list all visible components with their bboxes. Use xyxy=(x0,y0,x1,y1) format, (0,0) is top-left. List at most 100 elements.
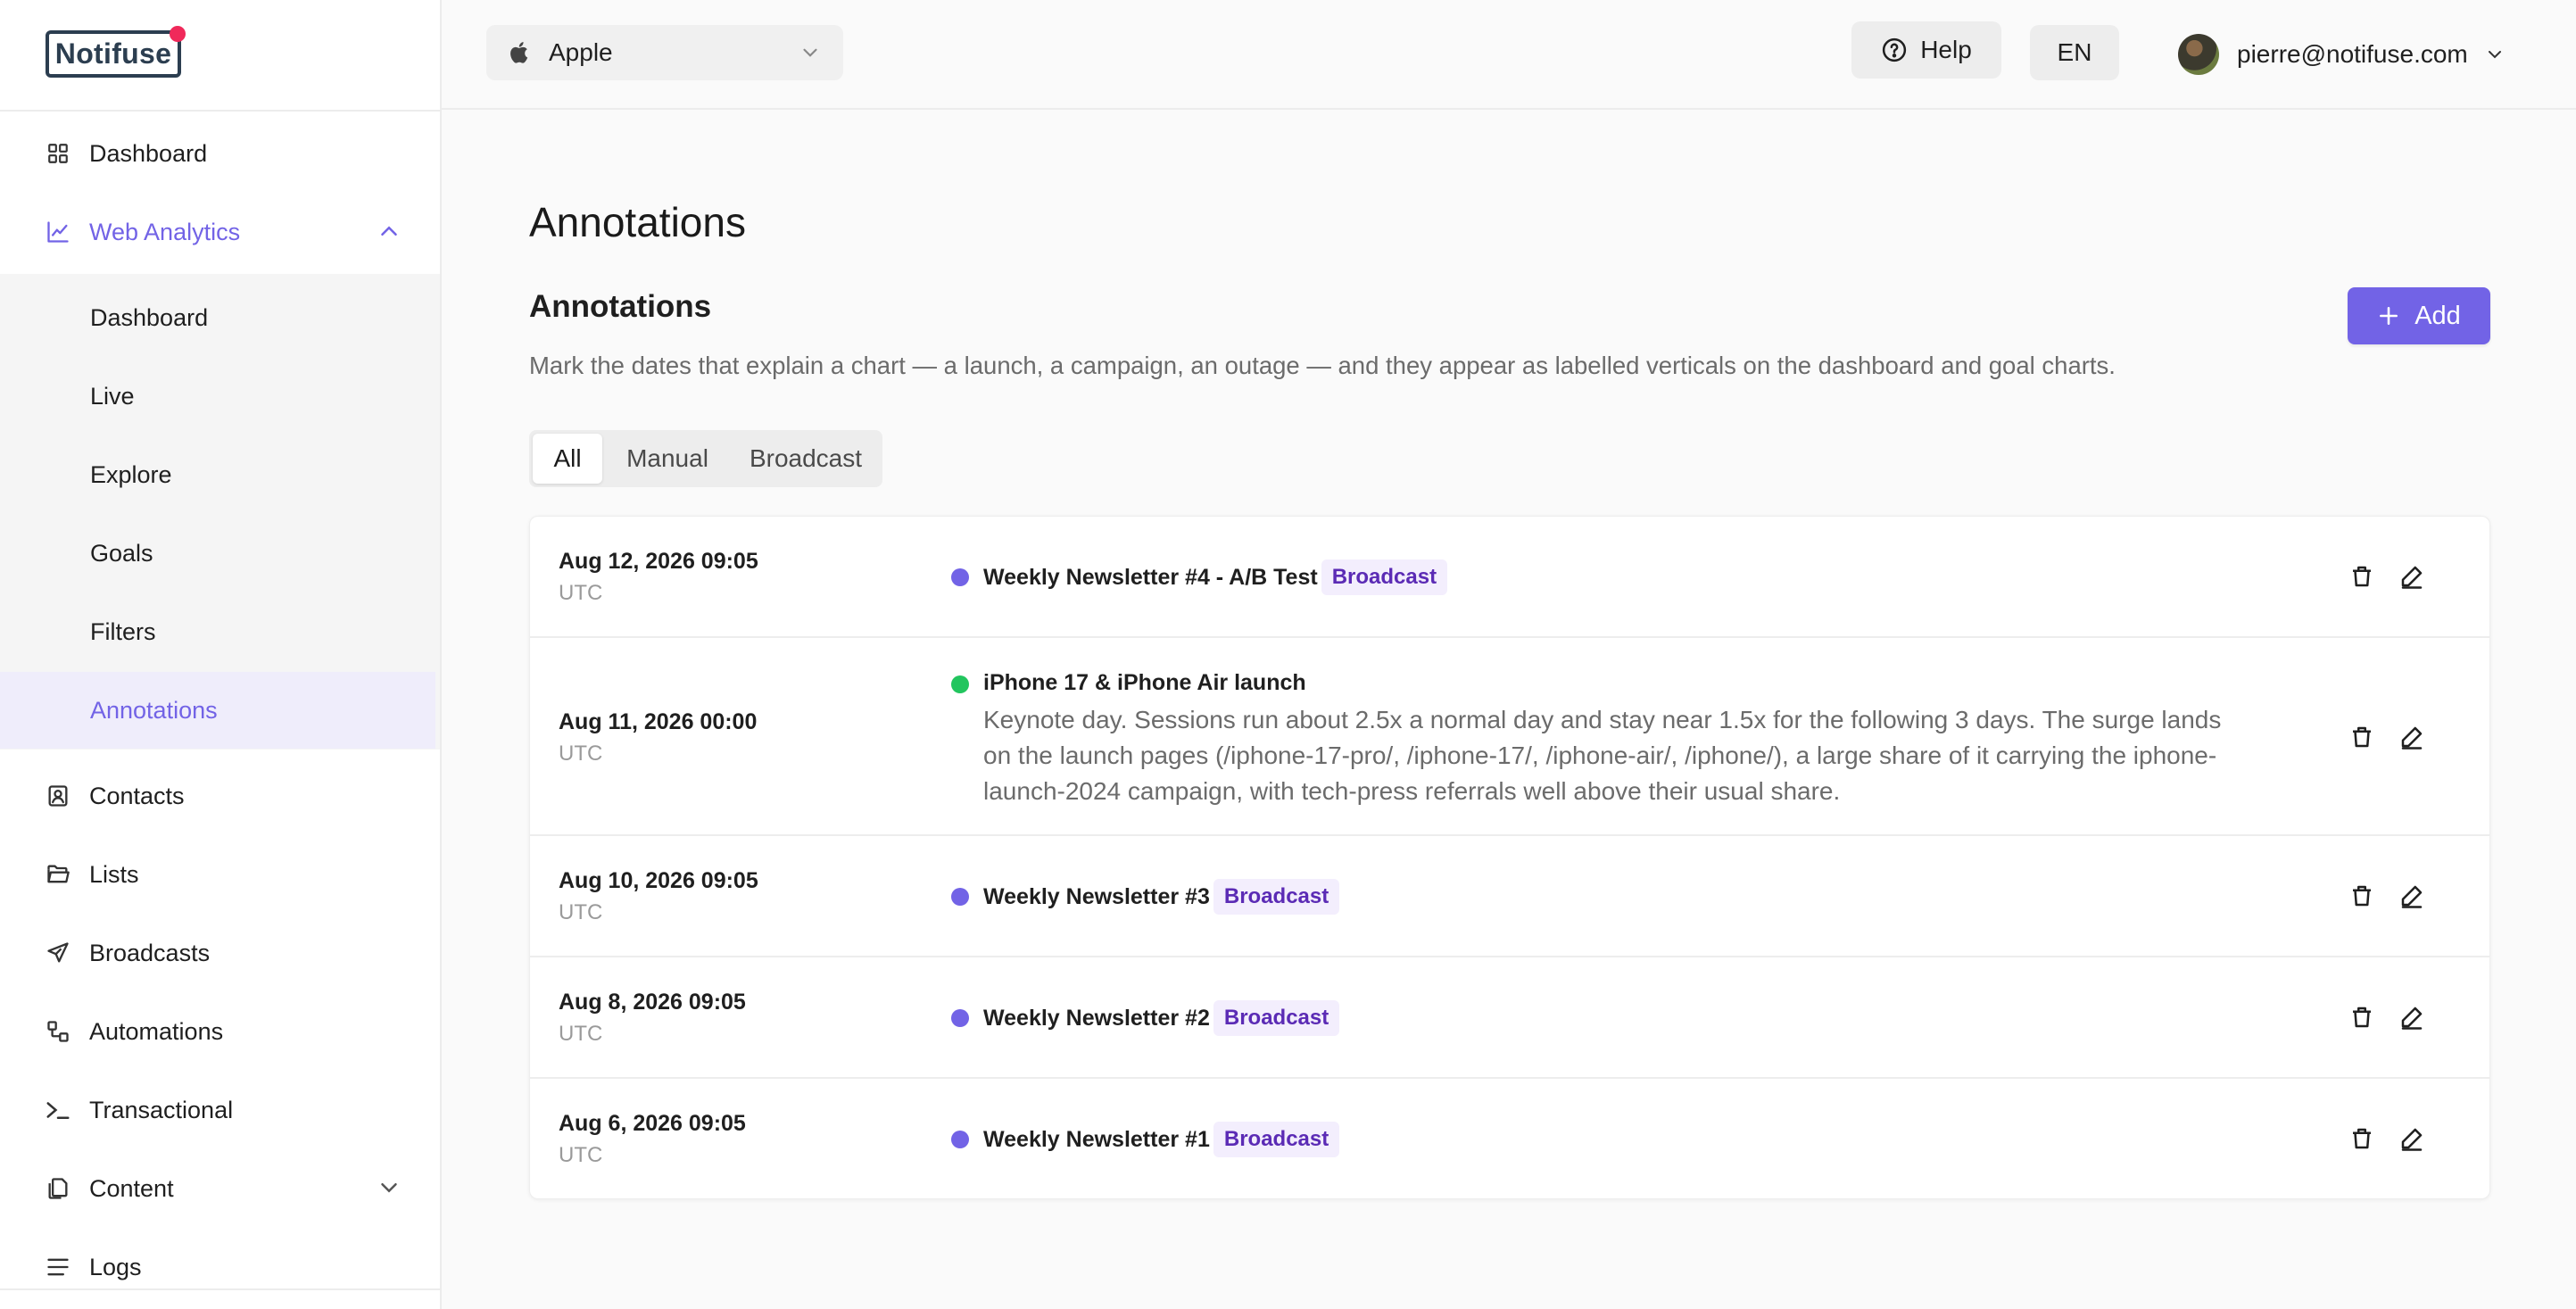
sidebar-item-label: Contacts xyxy=(89,782,185,809)
filter-segmented-control: All Manual Broadcast xyxy=(529,430,882,487)
add-label: Add xyxy=(2414,301,2461,330)
table-row[interactable]: Aug 11, 2026 00:00 UTC iPhone 17 & iPhon… xyxy=(530,638,2489,836)
sidebar-item-label: Transactional xyxy=(89,1096,234,1123)
annotations-table: Aug 12, 2026 09:05 UTC Weekly Newsletter… xyxy=(529,516,2490,1199)
row-timezone: UTC xyxy=(559,1143,603,1167)
project-select[interactable]: Apple xyxy=(486,25,843,80)
row-description: Keynote day. Sessions run about 2.5x a n… xyxy=(983,702,2286,809)
sidebar-item-label: Web Analytics xyxy=(89,218,241,245)
trash-icon[interactable] xyxy=(2348,1004,2375,1031)
row-title-text: iPhone 17 & iPhone Air launch xyxy=(983,670,1306,695)
subnav-item-explore[interactable]: Explore xyxy=(0,436,440,513)
row-timezone: UTC xyxy=(559,900,603,924)
help-label: Help xyxy=(1920,36,1972,63)
subnav-item-label: Explore xyxy=(90,460,172,488)
workflow-icon xyxy=(45,1018,71,1045)
language-button[interactable]: EN xyxy=(2030,25,2119,80)
edit-icon[interactable] xyxy=(2398,563,2425,590)
sidebar-item-label: Dashboard xyxy=(89,139,208,167)
trash-icon[interactable] xyxy=(2348,563,2375,590)
paper-plane-icon xyxy=(45,940,71,966)
row-date: Aug 10, 2026 09:05 xyxy=(559,868,758,893)
broadcast-badge: Broadcast xyxy=(1213,879,1340,915)
subnav-item-label: Annotations xyxy=(90,696,218,724)
filter-broadcast[interactable]: Broadcast xyxy=(733,434,879,484)
trash-icon[interactable] xyxy=(2348,1125,2375,1152)
section-title: Annotations xyxy=(529,289,712,324)
logo-area: Notifuse xyxy=(0,0,440,112)
folder-open-icon xyxy=(45,861,71,888)
app-logo[interactable]: Notifuse xyxy=(46,26,186,78)
row-timezone: UTC xyxy=(559,581,603,605)
table-row[interactable]: Aug 8, 2026 09:05 UTC Weekly Newsletter … xyxy=(530,957,2489,1079)
edit-icon[interactable] xyxy=(2398,1125,2425,1152)
project-name: Apple xyxy=(549,38,613,66)
subnav-item-live[interactable]: Live xyxy=(0,358,440,435)
table-row[interactable]: Aug 6, 2026 09:05 UTC Weekly Newsletter … xyxy=(530,1079,2489,1200)
chevron-down-icon xyxy=(799,41,822,64)
filter-manual[interactable]: Manual xyxy=(608,434,727,484)
subnav-item-label: Live xyxy=(90,382,135,410)
sidebar-item-contacts[interactable]: Contacts xyxy=(0,757,440,835)
subnav-item-label: Goals xyxy=(90,539,153,567)
subnav-item-annotations[interactable]: Annotations xyxy=(0,672,435,749)
table-row[interactable]: Aug 10, 2026 09:05 UTC Weekly Newsletter… xyxy=(530,836,2489,957)
row-description-line: Keynote day. Sessions run about 2.5x a n… xyxy=(983,706,2222,733)
sidebar-item-logs[interactable]: Logs xyxy=(0,1228,440,1306)
broadcast-badge: Broadcast xyxy=(1213,1000,1340,1036)
row-date: Aug 8, 2026 09:05 xyxy=(559,990,746,1015)
user-menu[interactable]: pierre@notifuse.com xyxy=(2178,34,2506,75)
section-description: Mark the dates that explain a chart — a … xyxy=(529,352,2116,379)
status-dot xyxy=(951,675,969,693)
sidebar-item-automations[interactable]: Automations xyxy=(0,992,440,1071)
row-date: Aug 11, 2026 00:00 xyxy=(559,709,758,734)
sidebar-item-label: Logs xyxy=(89,1253,142,1280)
row-title-text: Weekly Newsletter #4 - A/B Test xyxy=(983,564,1318,590)
filter-all[interactable]: All xyxy=(533,434,602,484)
sidebar-item-transactional[interactable]: Transactional xyxy=(0,1071,440,1149)
status-dot xyxy=(951,888,969,906)
sidebar-item-web-analytics[interactable]: Web Analytics xyxy=(0,193,440,271)
chevron-up-icon xyxy=(376,218,402,244)
subnav-item-goals[interactable]: Goals xyxy=(0,515,440,592)
help-button[interactable]: Help xyxy=(1851,21,2001,79)
subnav-item-label: Filters xyxy=(90,617,156,645)
page-title: Annotations xyxy=(529,199,746,245)
row-title-text: Weekly Newsletter #1 xyxy=(983,1126,1210,1152)
line-chart-icon xyxy=(45,219,71,245)
edit-icon[interactable] xyxy=(2398,1004,2425,1031)
row-timezone: UTC xyxy=(559,1022,603,1046)
language-label: EN xyxy=(2057,38,2092,66)
apple-logo-icon xyxy=(508,39,533,66)
subnav-item-filters[interactable]: Filters xyxy=(0,593,440,670)
sidebar-divider xyxy=(0,1288,440,1290)
table-row[interactable]: Aug 12, 2026 09:05 UTC Weekly Newsletter… xyxy=(530,517,2489,638)
sidebar-item-label: Lists xyxy=(89,860,139,888)
trash-icon[interactable] xyxy=(2348,724,2375,750)
topbar: Apple Help EN pierre@notifuse.com xyxy=(442,0,2576,110)
avatar xyxy=(2178,34,2219,75)
sidebar-item-broadcasts[interactable]: Broadcasts xyxy=(0,914,440,992)
logo-dot xyxy=(170,26,186,42)
list-lines-icon xyxy=(45,1254,71,1280)
sidebar: Notifuse Dashboard Web Analytics Dashboa… xyxy=(0,0,442,1309)
sidebar-item-content[interactable]: Content xyxy=(0,1149,440,1228)
sidebar-item-lists[interactable]: Lists xyxy=(0,835,440,914)
add-annotation-button[interactable]: Add xyxy=(2348,287,2490,344)
chevron-down-icon xyxy=(376,1174,402,1201)
terminal-icon xyxy=(45,1097,71,1123)
trash-icon[interactable] xyxy=(2348,882,2375,909)
row-title: Weekly Newsletter #3 Broadcast xyxy=(983,879,1340,915)
broadcast-badge: Broadcast xyxy=(1213,1122,1340,1157)
row-title: Weekly Newsletter #2 Broadcast xyxy=(983,1000,1340,1036)
logo-text: Notifuse xyxy=(54,37,172,70)
subnav-item-dashboard[interactable]: Dashboard xyxy=(0,279,440,356)
status-dot xyxy=(951,568,969,586)
sidebar-item-dashboard[interactable]: Dashboard xyxy=(0,114,440,193)
row-title-text: Weekly Newsletter #2 xyxy=(983,1005,1210,1031)
edit-icon[interactable] xyxy=(2398,724,2425,750)
row-date: Aug 6, 2026 09:05 xyxy=(559,1111,746,1136)
chevron-down-icon xyxy=(2484,44,2506,65)
row-timezone: UTC xyxy=(559,741,603,766)
edit-icon[interactable] xyxy=(2398,882,2425,909)
